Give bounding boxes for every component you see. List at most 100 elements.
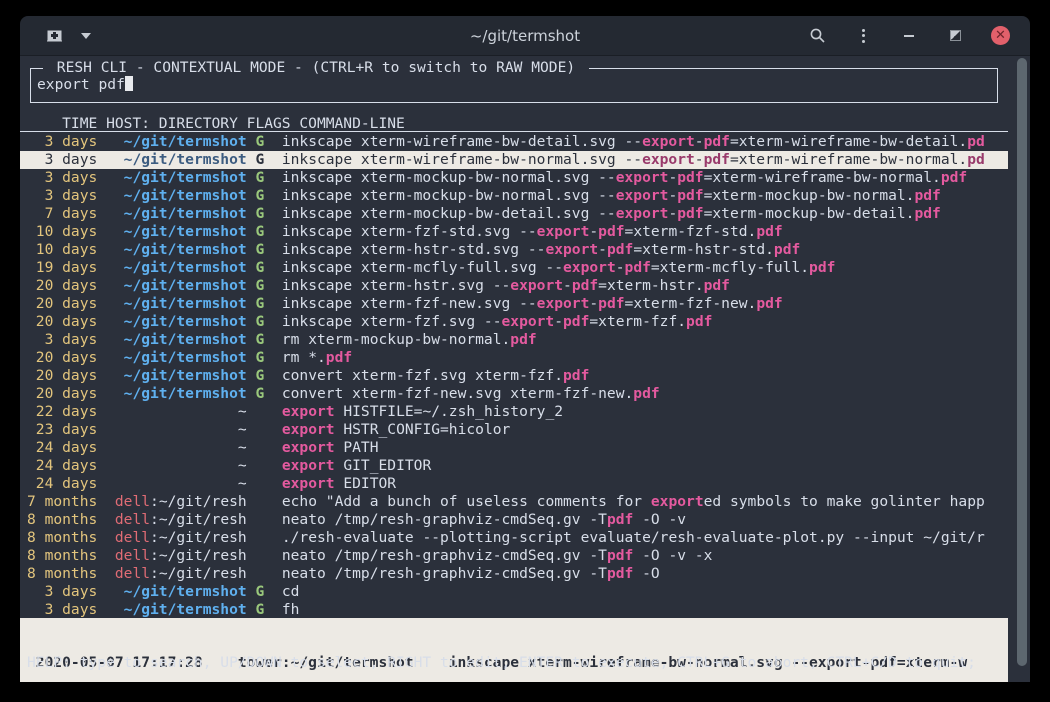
row-time: 24 days xyxy=(27,439,97,456)
minimize-button[interactable] xyxy=(899,26,919,46)
row-command-match: pdf xyxy=(756,295,782,312)
row-time: 20 days xyxy=(27,277,97,294)
history-row[interactable]: 8 months dell:~/git/resh neato /tmp/resh… xyxy=(20,565,1008,583)
row-time: 3 days xyxy=(27,601,97,618)
history-row[interactable]: 20 days ~/git/termshot G inkscape xterm-… xyxy=(20,313,1008,331)
row-time: 20 days xyxy=(27,367,97,384)
row-directory: ~/git/termshot xyxy=(124,241,247,258)
row-command-match: export xyxy=(282,403,335,420)
row-flags: G xyxy=(255,223,264,240)
row-command-match: export xyxy=(282,421,335,438)
search-input[interactable]: export pdf xyxy=(37,76,133,94)
history-row[interactable]: 20 days ~/git/termshot G convert xterm-f… xyxy=(20,385,1008,403)
row-time: 8 months xyxy=(27,565,97,582)
row-command-match: pdf xyxy=(563,313,589,330)
history-row[interactable]: 20 days ~/git/termshot G rm *.pdf xyxy=(20,349,1008,367)
row-command: inkscape xterm-mockup-bw-normal.svg -- xyxy=(282,169,616,186)
history-row-selected[interactable]: 3 days ~/git/termshot G inkscape xterm-w… xyxy=(20,151,1008,169)
history-row[interactable]: 23 days ~ export HSTR_CONFIG=hicolor xyxy=(20,421,1008,439)
row-time: 20 days xyxy=(27,385,97,402)
row-command-match: pdf xyxy=(607,565,633,582)
row-directory: ~/git/termshot xyxy=(124,223,247,240)
history-row[interactable]: 24 days ~ export GIT_EDITOR xyxy=(20,457,1008,475)
row-command-match: pdf xyxy=(598,223,624,240)
history-row[interactable]: 3 days ~/git/termshot G inkscape xterm-w… xyxy=(20,133,1008,151)
row-command-match: pdf xyxy=(756,223,782,240)
history-row[interactable]: 20 days ~/git/termshot G convert xterm-f… xyxy=(20,367,1008,385)
history-row[interactable]: 3 days ~/git/termshot G inkscape xterm-m… xyxy=(20,187,1008,205)
history-row[interactable]: 20 days ~/git/termshot G inkscape xterm-… xyxy=(20,277,1008,295)
history-row[interactable]: 7 days ~/git/termshot G inkscape xterm-m… xyxy=(20,205,1008,223)
row-flags: G xyxy=(255,295,264,312)
row-command: -O xyxy=(633,565,659,582)
row-host: dell xyxy=(115,493,150,510)
history-row[interactable]: 10 days ~/git/termshot G inkscape xterm-… xyxy=(20,223,1008,241)
history-row[interactable]: 19 days ~/git/termshot G inkscape xterm-… xyxy=(20,259,1008,277)
row-time: 8 months xyxy=(27,511,97,528)
row-command-match: pdf xyxy=(607,511,633,528)
row-directory: ~/git/termshot xyxy=(124,205,247,222)
history-row[interactable]: 20 days ~/git/termshot G inkscape xterm-… xyxy=(20,295,1008,313)
history-row[interactable]: 3 days ~/git/termshot G inkscape xterm-m… xyxy=(20,169,1008,187)
row-command: - xyxy=(598,241,607,258)
row-directory: :~/git/resh xyxy=(150,547,247,564)
row-directory: :~/git/resh xyxy=(150,511,247,528)
restore-button[interactable] xyxy=(945,26,965,46)
menu-button[interactable] xyxy=(853,26,873,46)
new-tab-button[interactable] xyxy=(44,26,64,46)
row-flags: G xyxy=(255,133,264,150)
row-command: =xterm-fzf-new. xyxy=(625,295,757,312)
row-directory: ~/git/termshot xyxy=(124,385,247,402)
row-time: 20 days xyxy=(27,349,97,366)
history-row[interactable]: 3 days ~/git/termshot G rm xterm-mockup-… xyxy=(20,331,1008,349)
row-command-match: pdf xyxy=(326,349,352,366)
search-query-text: export pdf xyxy=(37,76,125,93)
history-row[interactable]: 22 days ~ export HISTFILE=~/.zsh_history… xyxy=(20,403,1008,421)
history-row[interactable]: 3 days ~/git/termshot G fh xyxy=(20,601,1008,619)
row-command: ed symbols to make golinter happ xyxy=(704,493,985,510)
row-command: =xterm-fzf-std. xyxy=(625,223,757,240)
search-button[interactable] xyxy=(807,26,827,46)
row-time: 3 days xyxy=(27,187,97,204)
history-row[interactable]: 10 days ~/git/termshot G inkscape xterm-… xyxy=(20,241,1008,259)
history-row[interactable]: 24 days ~ export PATH xyxy=(20,439,1008,457)
row-command: inkscape xterm-fzf-new.svg -- xyxy=(282,295,537,312)
row-directory: ~ xyxy=(238,475,247,492)
row-flags: G xyxy=(255,259,264,276)
text-cursor xyxy=(125,76,133,91)
row-flags: G xyxy=(255,187,264,204)
tab-menu-button[interactable] xyxy=(76,26,96,46)
row-command-match: pdf xyxy=(677,205,703,222)
row-command-match: pdf xyxy=(914,187,940,204)
table-header-rule xyxy=(20,131,1008,132)
row-command: HSTR_CONFIG=hicolor xyxy=(335,421,511,438)
row-command-match: pdf xyxy=(941,169,967,186)
history-row[interactable]: 8 months dell:~/git/resh neato /tmp/resh… xyxy=(20,547,1008,565)
row-command: =xterm-mcfly-full. xyxy=(651,259,809,276)
row-flags xyxy=(255,565,264,582)
row-flags: G xyxy=(255,385,264,402)
row-flags: G xyxy=(255,241,264,258)
history-row[interactable]: 7 months dell:~/git/resh echo "Add a bun… xyxy=(20,493,1008,511)
row-flags xyxy=(255,511,264,528)
row-command: inkscape xterm-wireframe-bw-detail.svg -… xyxy=(282,133,642,150)
row-directory: ~/git/termshot xyxy=(124,367,247,384)
history-row[interactable]: 3 days ~/git/termshot G cd xyxy=(20,583,1008,601)
resh-search-box: RESH CLI - CONTEXTUAL MODE - (CTRL+R to … xyxy=(30,68,998,103)
history-row[interactable]: 8 months dell:~/git/resh ./resh-evaluate… xyxy=(20,529,1008,547)
row-flags xyxy=(255,529,264,546)
scrollbar-thumb[interactable] xyxy=(1017,58,1027,666)
row-flags xyxy=(255,421,264,438)
row-flags: G xyxy=(255,583,264,600)
row-command: convert xterm-fzf.svg xterm-fzf. xyxy=(282,367,563,384)
row-command-match: export xyxy=(616,187,669,204)
row-time: 3 days xyxy=(27,169,97,186)
row-command: =xterm-wireframe-bw-normal. xyxy=(704,169,941,186)
history-row[interactable]: 24 days ~ export EDITOR xyxy=(20,475,1008,493)
row-directory: ~/git/termshot xyxy=(124,277,247,294)
history-row[interactable]: 8 months dell:~/git/resh neato /tmp/resh… xyxy=(20,511,1008,529)
row-directory: :~/git/resh xyxy=(150,565,247,582)
close-button[interactable]: ✕ xyxy=(991,26,1010,45)
row-command-match: pd xyxy=(967,151,985,168)
row-time: 8 months xyxy=(27,529,97,546)
